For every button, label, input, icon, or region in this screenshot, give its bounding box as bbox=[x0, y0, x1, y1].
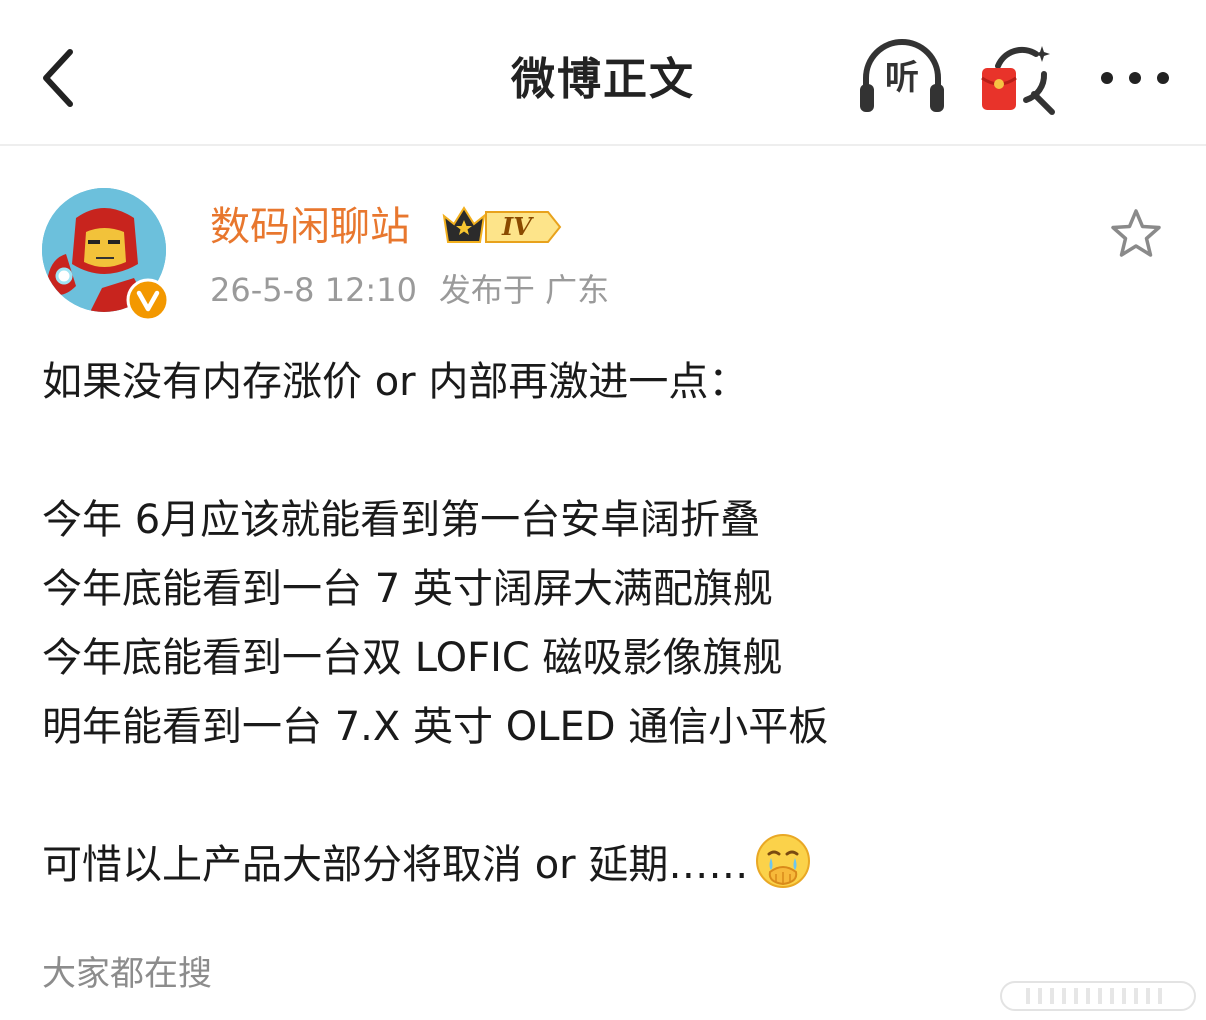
post-meta: 26-5-8 12:10 发布于 广东 bbox=[210, 266, 609, 314]
post-location: 发布于 广东 bbox=[438, 271, 610, 309]
post-text-line: 今年底能看到一台双 LOFIC 磁吸影像旗舰 bbox=[42, 635, 783, 681]
post-text-line: 可惜以上产品大部分将取消 or 延期…… bbox=[42, 842, 749, 888]
top-nav-bar: 微博正文 听 bbox=[0, 0, 1206, 146]
back-button[interactable] bbox=[22, 36, 94, 120]
more-button[interactable] bbox=[1090, 50, 1180, 106]
weibo-post-page: 微博正文 听 数码闲聊站 IV 26-5-8 12:10 发布于 广东 如果没有… bbox=[0, 0, 1206, 1020]
page-title: 微博正文 bbox=[511, 54, 695, 105]
post-text-line: 明年能看到一台 7.X 英寸 OLED 通信小平板 bbox=[42, 704, 829, 750]
watermark-logo bbox=[1000, 981, 1196, 1011]
rank-label: IV bbox=[502, 212, 532, 241]
favorite-button[interactable] bbox=[1108, 206, 1164, 262]
post-text-line: 今年 6月应该就能看到第一台安卓阔折叠 bbox=[42, 497, 761, 543]
star-outline-icon bbox=[1111, 209, 1161, 257]
listen-label: 听 bbox=[885, 58, 919, 98]
post-last-line: 可惜以上产品大部分将取消 or 延期…… bbox=[42, 831, 1172, 900]
post-content: 如果没有内存涨价 or 内部再激进一点： 今年 6月应该就能看到第一台安卓阔折叠… bbox=[42, 348, 1172, 900]
post-time: 26-5-8 12:10 bbox=[210, 271, 417, 309]
crown-icon bbox=[442, 206, 486, 243]
listen-button[interactable]: 听 bbox=[856, 38, 948, 118]
user-rank-badge[interactable]: IV bbox=[440, 202, 564, 252]
chevron-left-icon bbox=[43, 49, 73, 107]
author-name[interactable]: 数码闲聊站 bbox=[210, 198, 410, 256]
post-text-line: 今年底能看到一台 7 英寸阔屏大满配旗舰 bbox=[42, 566, 773, 612]
verified-v-icon bbox=[126, 278, 170, 322]
trending-searches-label: 大家都在搜 bbox=[42, 954, 212, 994]
post-text-line: 如果没有内存涨价 or 内部再激进一点： bbox=[42, 359, 749, 405]
crying-covering-mouth-emoji bbox=[756, 834, 811, 888]
red-packet-search-button[interactable] bbox=[978, 38, 1060, 118]
red-packet-search-icon bbox=[981, 46, 1055, 115]
more-dots-icon bbox=[1101, 72, 1169, 84]
